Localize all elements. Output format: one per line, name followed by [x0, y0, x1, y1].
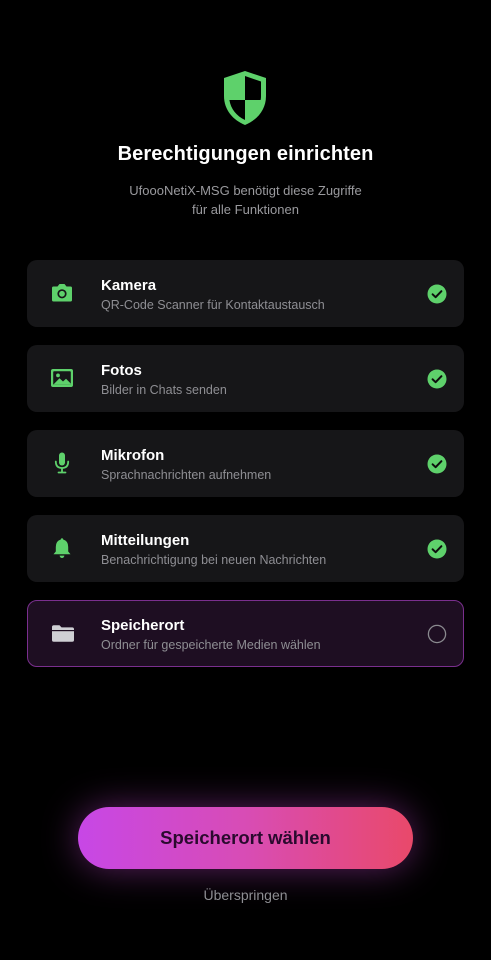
permission-description: Ordner für gespeicherte Medien wählen	[101, 638, 321, 652]
checkmark-icon	[427, 539, 447, 559]
permission-name: Speicherort	[101, 617, 185, 634]
checkmark-icon	[427, 454, 447, 474]
permission-description: QR-Code Scanner für Kontaktaustausch	[101, 298, 325, 312]
camera-icon	[49, 281, 75, 305]
bell-icon	[49, 536, 75, 560]
permission-description: Sprachnachrichten aufnehmen	[101, 468, 272, 482]
permission-name: Mikrofon	[101, 447, 165, 464]
permission-item-microphone[interactable]: Mikrofon Sprachnachrichten aufnehmen	[27, 430, 464, 497]
choose-storage-button[interactable]: Speicherort wählen	[78, 807, 413, 869]
folder-icon	[50, 621, 76, 645]
permission-name: Fotos	[101, 362, 142, 379]
permission-description: Benachrichtigung bei neuen Nachrichten	[101, 553, 327, 567]
subtitle-line-1: UfoooNetiX-MSG benötigt diese Zugriffe	[129, 183, 362, 198]
permission-item-notifications[interactable]: Mitteilungen Benachrichtigung bei neuen …	[27, 515, 464, 582]
photo-icon	[49, 366, 75, 390]
shield-logo-icon	[221, 69, 269, 127]
checkmark-icon	[427, 369, 447, 389]
microphone-icon	[49, 451, 75, 475]
permission-name: Kamera	[101, 277, 157, 294]
permission-name: Mitteilungen	[101, 532, 190, 549]
skip-link[interactable]: Überspringen	[0, 887, 491, 903]
permission-list: Kamera QR-Code Scanner für Kontaktaustau…	[27, 260, 464, 685]
page-subtitle: UfoooNetiX-MSG benötigt diese Zugriffe f…	[0, 181, 491, 219]
page-title: Berechtigungen einrichten	[117, 143, 374, 165]
permission-description: Bilder in Chats senden	[101, 383, 227, 397]
empty-radio-icon	[427, 624, 447, 644]
permission-item-storage[interactable]: Speicherort Ordner für gespeicherte Medi…	[27, 600, 464, 667]
subtitle-line-2: für alle Funktionen	[192, 202, 299, 217]
permission-item-camera[interactable]: Kamera QR-Code Scanner für Kontaktaustau…	[27, 260, 464, 327]
checkmark-icon	[427, 284, 447, 304]
permission-item-photos[interactable]: Fotos Bilder in Chats senden	[27, 345, 464, 412]
